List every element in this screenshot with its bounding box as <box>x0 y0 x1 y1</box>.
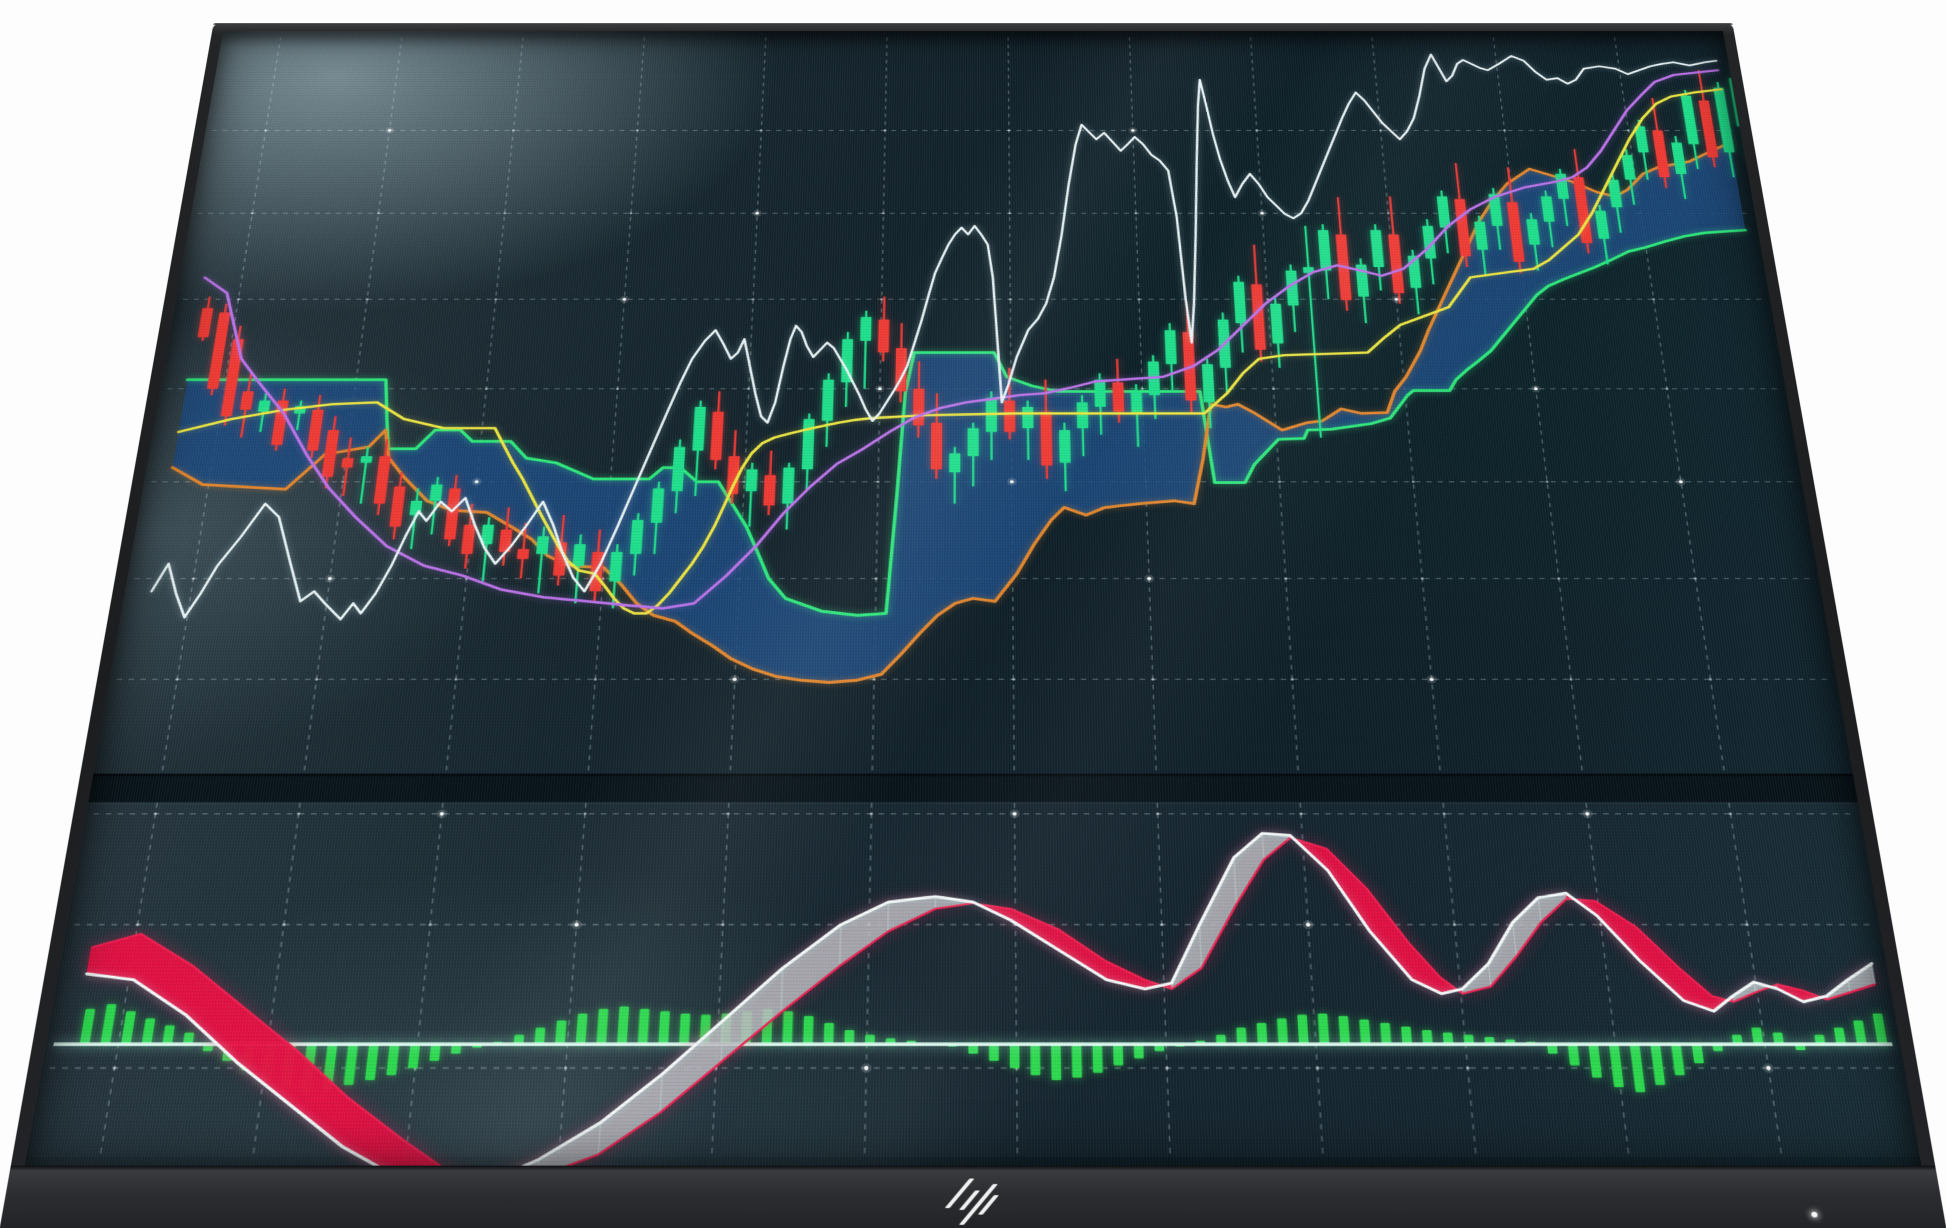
ichimoku-cloud <box>136 143 1823 683</box>
product-photo-stage <box>0 0 1946 1228</box>
chart-svg <box>25 31 1922 1166</box>
power-led-icon <box>1811 1212 1818 1218</box>
monitor-screen <box>25 31 1922 1166</box>
hp-logo-icon <box>953 1178 993 1226</box>
hp-logo-stroke <box>945 1179 974 1209</box>
hp-monitor <box>0 23 1946 1228</box>
bottom-bezel <box>0 1166 1946 1228</box>
panel-divider <box>88 775 1858 803</box>
